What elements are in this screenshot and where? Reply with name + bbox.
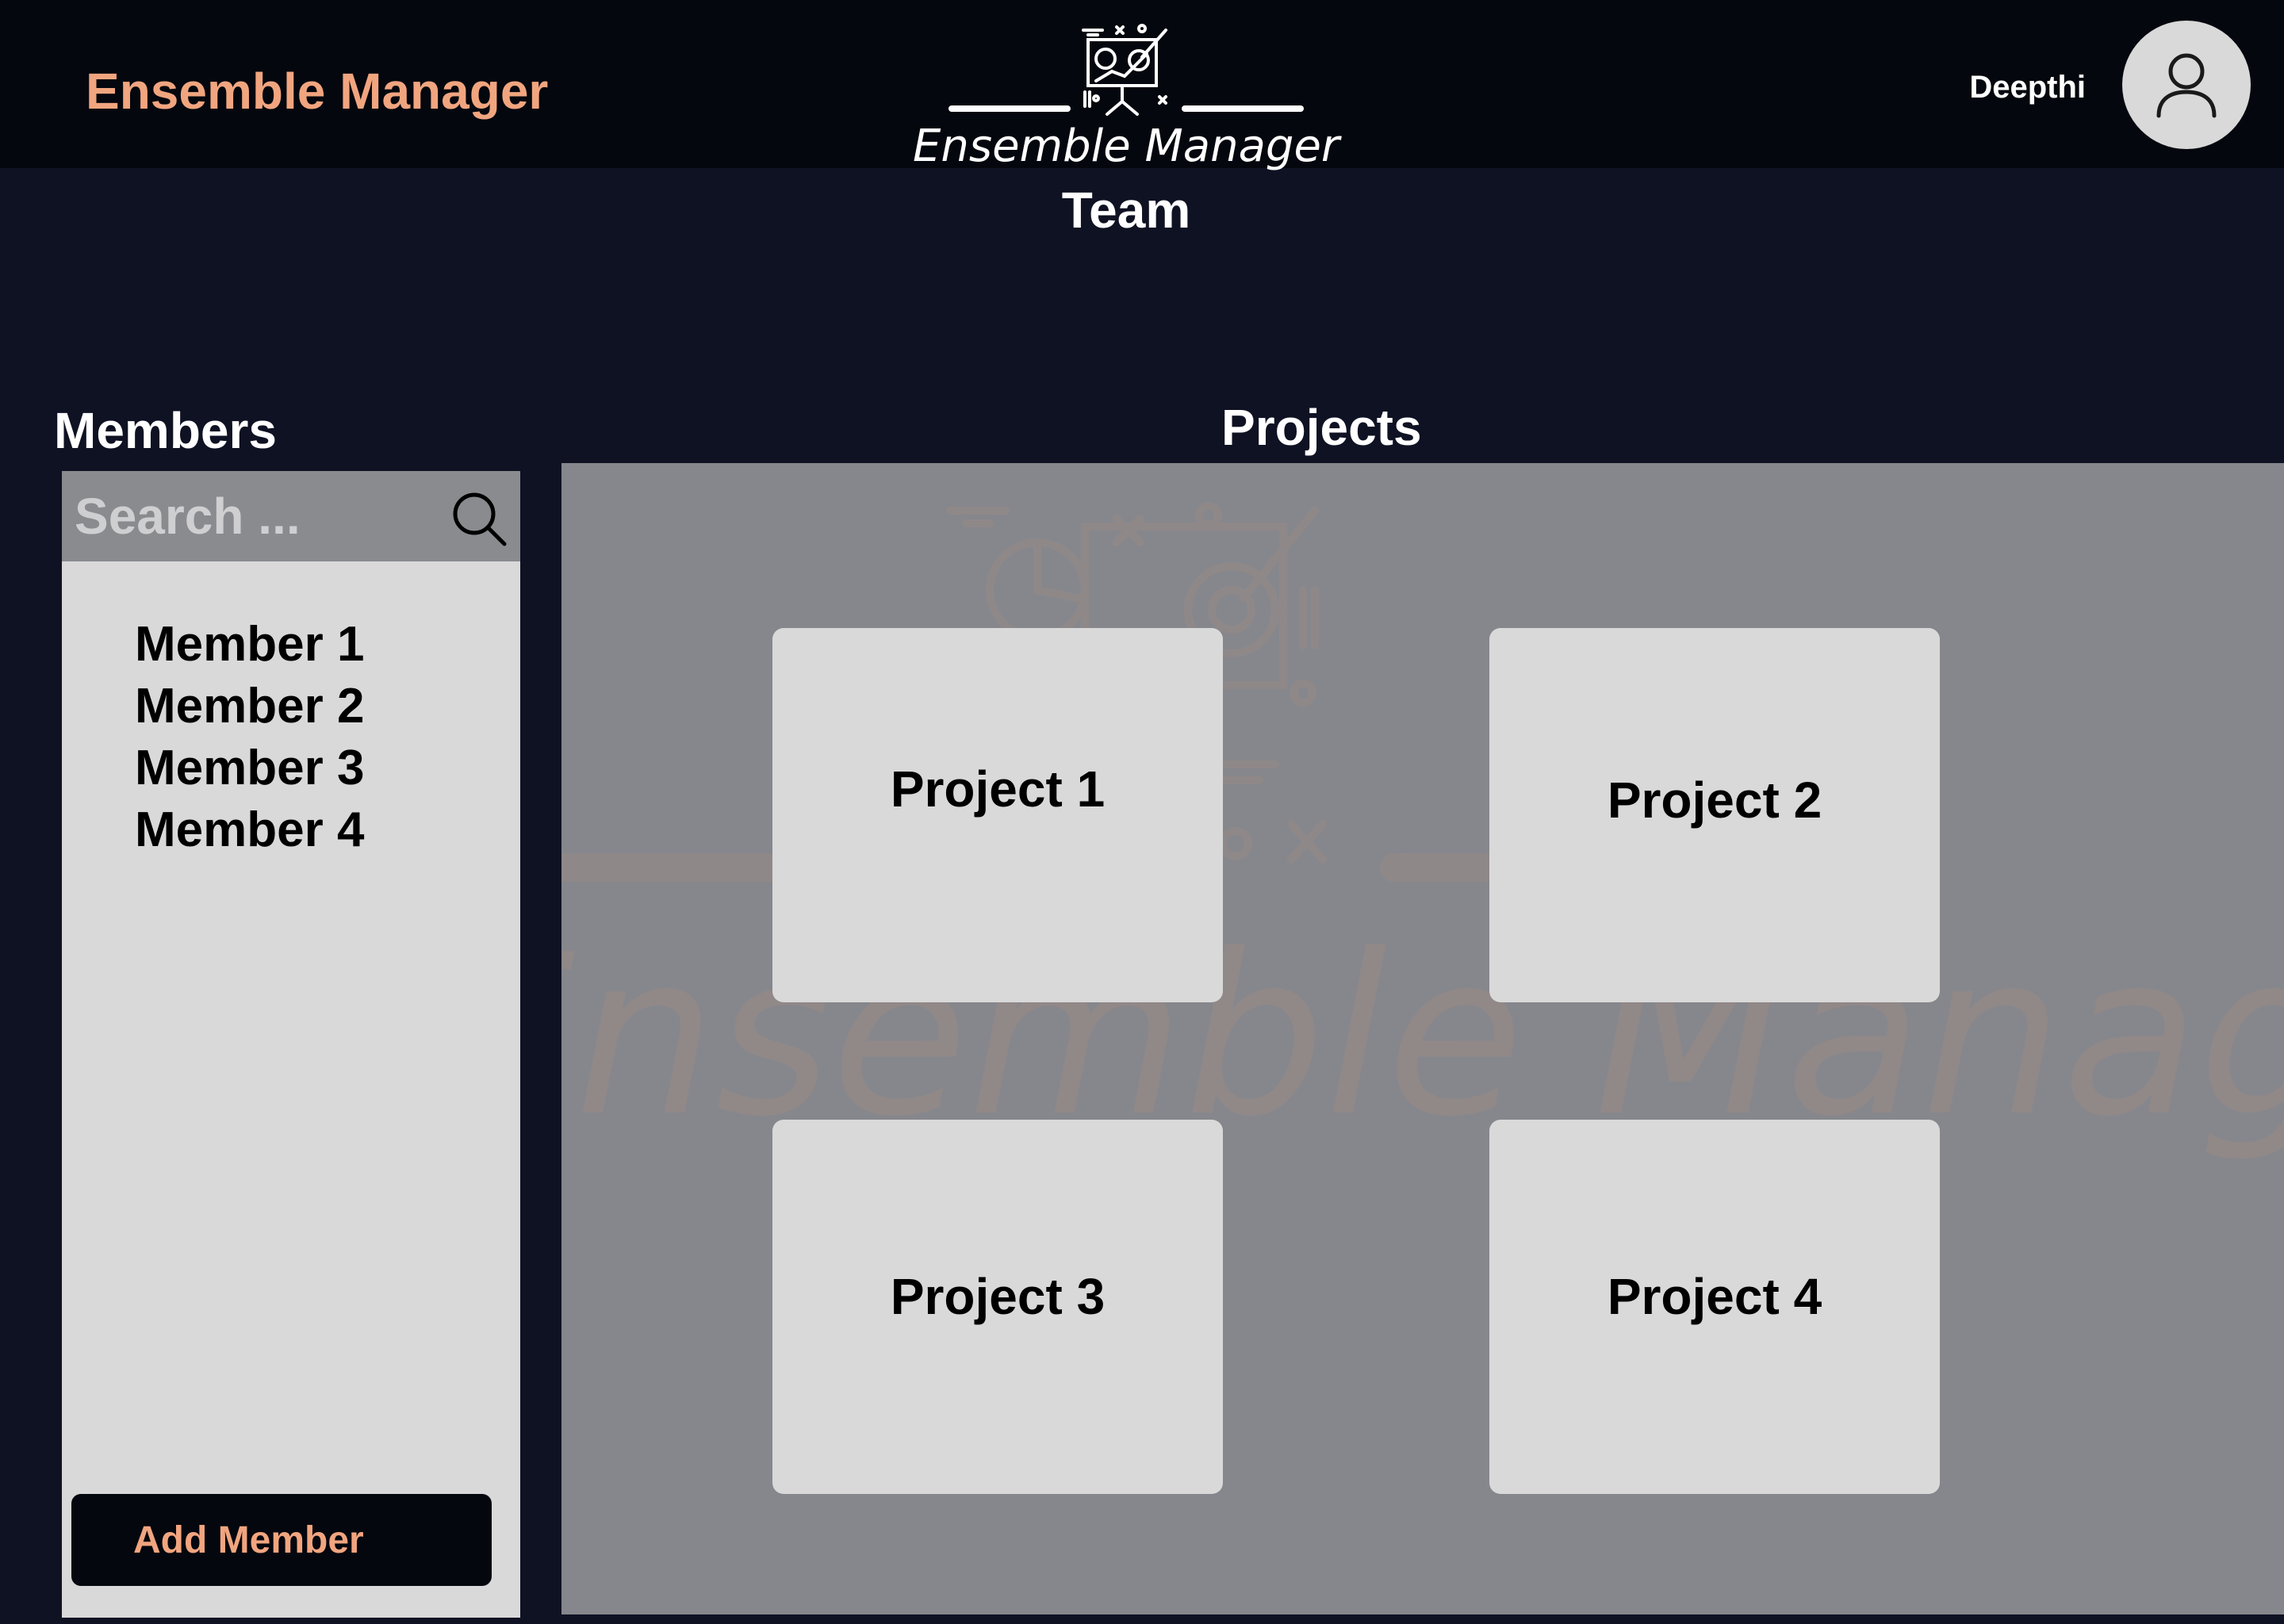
user-icon	[2156, 53, 2217, 118]
brand-title[interactable]: Ensemble Manager	[86, 62, 548, 121]
member-search-input[interactable]	[75, 482, 423, 550]
user-avatar[interactable]	[2122, 21, 2251, 149]
page-title: Team	[1061, 182, 1191, 239]
members-panel: Member 1 Member 2 Member 3 Member 4 Add …	[62, 471, 520, 1618]
project-card[interactable]: Project 2	[1489, 628, 1940, 1002]
member-list-item[interactable]: Member 1	[135, 614, 364, 676]
project-card-label: Project 3	[890, 1268, 1106, 1325]
project-card-label: Project 4	[1607, 1268, 1822, 1325]
member-list-item[interactable]: Member 3	[135, 737, 364, 799]
project-card-label: Project 2	[1607, 772, 1822, 829]
member-list-item[interactable]: Member 4	[135, 799, 364, 861]
projects-panel: Ensemble Manager Project 1 Project 2 Pro…	[561, 463, 2284, 1614]
projects-heading: Projects	[1221, 399, 1422, 456]
user-name[interactable]: Deepthi	[1969, 70, 2086, 105]
members-heading: Members	[54, 402, 277, 459]
project-card[interactable]: Project 4	[1489, 1120, 1940, 1494]
project-card[interactable]: Project 3	[772, 1120, 1223, 1494]
member-list-item[interactable]: Member 2	[135, 676, 364, 737]
top-navigation-bar: Ensemble Manager Ensemble Manager Deepth…	[0, 0, 2284, 172]
logo-wordmark: Ensemble Manager	[913, 121, 1339, 172]
project-card-label: Project 1	[890, 760, 1106, 818]
search-icon[interactable]	[449, 488, 509, 549]
project-card[interactable]: Project 1	[772, 628, 1223, 1002]
member-search-bar	[62, 471, 520, 561]
add-member-button[interactable]: Add Member	[71, 1494, 492, 1586]
member-list: Member 1 Member 2 Member 3 Member 4	[135, 614, 364, 861]
